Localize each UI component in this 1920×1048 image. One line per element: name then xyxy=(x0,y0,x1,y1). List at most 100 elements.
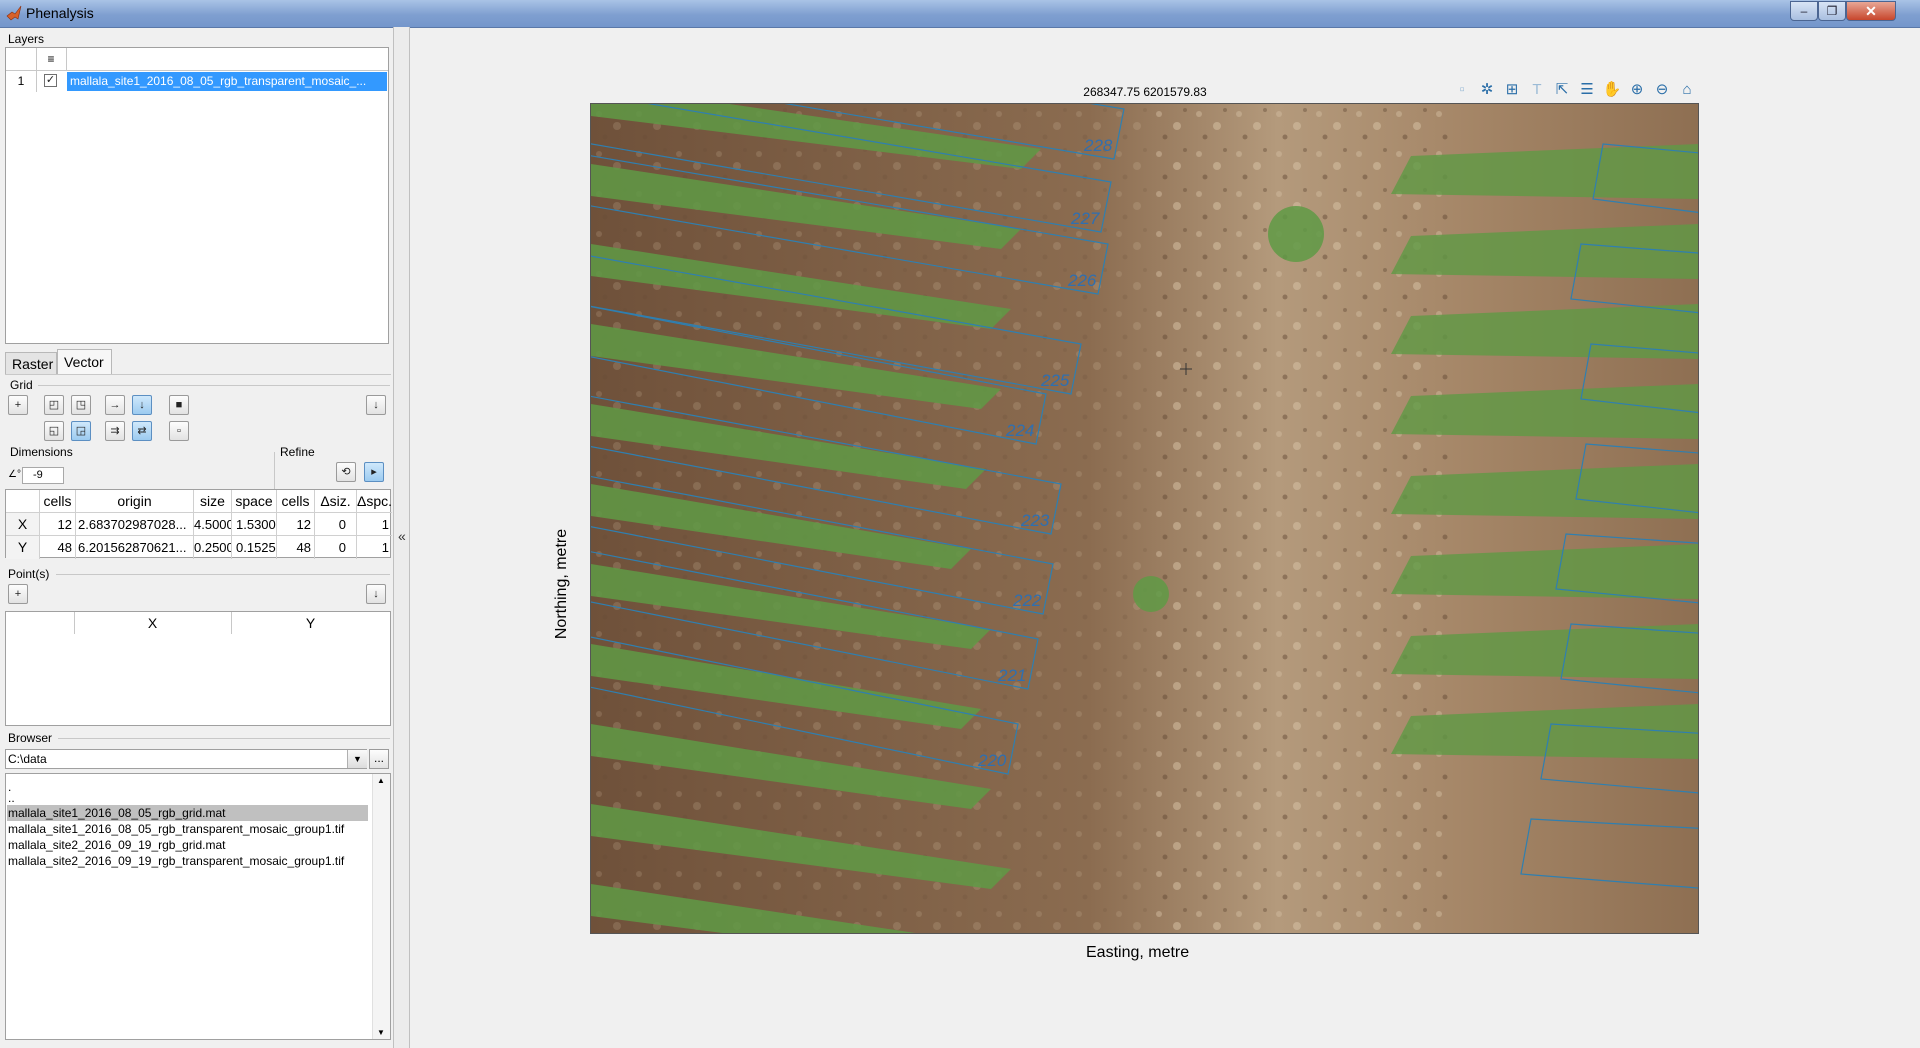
dim-cell[interactable]: 0.1525 xyxy=(232,536,277,559)
dim-cell[interactable]: 1.5300 xyxy=(232,513,277,536)
layers-title: Layers xyxy=(8,32,45,46)
grid-align-topright-icon[interactable]: ◳ xyxy=(71,395,91,415)
plot-label: 224 xyxy=(1005,421,1034,440)
fill-cells-icon[interactable]: ■ xyxy=(169,395,189,415)
tab-raster[interactable]: Raster xyxy=(5,352,57,374)
grid-align-bottomleft-icon[interactable]: ◱ xyxy=(44,421,64,441)
chevron-down-icon[interactable]: ▼ xyxy=(347,750,367,768)
list-item[interactable]: mallala_site2_2016_09_19_rgb_grid.mat xyxy=(7,837,226,853)
points-header-index xyxy=(6,612,75,634)
dim-cell[interactable]: 2.683702987028... xyxy=(76,513,194,536)
layers-header-index xyxy=(6,48,37,70)
rotation-angle-icon: ∠° xyxy=(8,469,21,480)
dim-row-label: X xyxy=(6,513,40,536)
grid-align-topleft-icon[interactable]: ◰ xyxy=(44,395,64,415)
title-bar: Phenalysis – ❐ ✕ xyxy=(0,0,1920,28)
dim-cell[interactable]: 0 xyxy=(315,536,357,559)
dim-cell[interactable]: 12 xyxy=(277,513,315,536)
dim-cell[interactable]: 48 xyxy=(40,536,76,559)
browser-file-list[interactable]: . .. mallala_site1_2016_08_05_rgb_grid.m… xyxy=(5,773,391,1040)
maximize-button[interactable]: ❐ xyxy=(1818,1,1846,21)
brush-icon[interactable]: ▫ xyxy=(1452,80,1472,100)
refine-apply-button[interactable]: ▸ xyxy=(364,462,384,482)
dim-header xyxy=(6,490,40,513)
grid-download-icon[interactable]: ↓ xyxy=(366,395,386,415)
minimize-button[interactable]: – xyxy=(1790,1,1818,21)
dimensions-table[interactable]: cells origin size space cells Δsiz. Δspc… xyxy=(5,489,392,559)
plot-label: 228 xyxy=(1083,136,1113,155)
legend-icon[interactable]: ☰ xyxy=(1577,80,1597,100)
layers-header-menu[interactable]: ≡ xyxy=(36,48,67,70)
layers-header: ≡ xyxy=(6,48,388,71)
dim-header: size xyxy=(194,490,232,513)
tab-divider xyxy=(5,374,391,375)
browser-path-select[interactable]: C:\data xyxy=(5,749,367,769)
browse-folder-button[interactable]: ... xyxy=(369,749,389,769)
refine-reset-button[interactable]: ⟲ xyxy=(336,462,356,482)
zoom-in-icon[interactable]: ⊕ xyxy=(1627,80,1647,100)
matlab-icon xyxy=(6,5,22,21)
home-icon[interactable]: ⌂ xyxy=(1677,80,1697,100)
points-download-icon[interactable]: ↓ xyxy=(366,584,386,604)
layer-index: 1 xyxy=(6,71,37,92)
serpentine-rows-icon[interactable]: ⇉ xyxy=(105,421,125,441)
x-axis-label: Easting, metre xyxy=(1086,944,1190,961)
dim-cell[interactable]: 4.5000 xyxy=(194,513,232,536)
browser-scrollbar[interactable]: ▲ ▼ xyxy=(372,774,390,1039)
dim-cell[interactable]: 12 xyxy=(40,513,76,536)
scroll-up-icon[interactable]: ▲ xyxy=(377,776,385,785)
dim-cell[interactable]: 48 xyxy=(277,536,315,559)
weed-plant xyxy=(1133,576,1169,612)
grid-rule xyxy=(38,385,390,386)
plot-label: 222 xyxy=(1012,591,1042,610)
list-item[interactable]: mallala_site2_2016_09_19_rgb_transparent… xyxy=(7,853,344,869)
layer-row[interactable]: 1 ✓ mallala_site1_2016_08_05_rgb_transpa… xyxy=(6,71,388,92)
list-item[interactable]: mallala_site1_2016_08_05_rgb_transparent… xyxy=(7,821,344,837)
grid-point-icon[interactable]: ▫ xyxy=(169,421,189,441)
dim-cell[interactable]: 1 xyxy=(357,513,392,536)
rotation-input[interactable]: -9 xyxy=(22,467,64,484)
dim-header: space xyxy=(232,490,277,513)
data-cursor-icon[interactable]: ✲ xyxy=(1477,80,1497,100)
plot-label: 225 xyxy=(1040,371,1070,390)
layers-table[interactable]: ≡ 1 ✓ mallala_site1_2016_08_05_rgb_trans… xyxy=(5,47,389,344)
export-icon[interactable]: ⇱ xyxy=(1552,80,1572,100)
refine-title: Refine xyxy=(280,445,315,459)
dim-header: Δsiz. xyxy=(315,490,357,513)
browser-item-parent-dir[interactable]: .. xyxy=(7,790,15,806)
browser-rule xyxy=(58,738,390,739)
points-rule xyxy=(56,574,390,575)
dim-header: origin xyxy=(76,490,194,513)
scroll-down-icon[interactable]: ▼ xyxy=(377,1028,385,1037)
serpentine-alt-icon[interactable]: ⇄ xyxy=(132,421,152,441)
points-header-y: Y xyxy=(305,615,316,631)
text-icon[interactable]: T xyxy=(1527,80,1547,100)
aerial-image: 228 227 226 225 224 223 222 221 220 xyxy=(591,104,1698,933)
map-axes[interactable]: 228 227 226 225 224 223 222 221 220 xyxy=(590,103,1699,934)
dim-cell[interactable]: 0 xyxy=(315,513,357,536)
plot-label: 227 xyxy=(1070,209,1100,228)
dim-cell[interactable]: 0.2500 xyxy=(194,536,232,559)
browser-item-selected[interactable]: mallala_site1_2016_08_05_rgb_grid.mat xyxy=(7,805,368,821)
dim-header: Δspc. xyxy=(357,490,392,513)
collapse-panel-icon[interactable]: « xyxy=(398,528,406,544)
add-point-button[interactable]: + xyxy=(8,584,28,604)
dim-row-label: Y xyxy=(6,536,40,559)
grid-icon[interactable]: ⊞ xyxy=(1502,80,1522,100)
tab-vector[interactable]: Vector xyxy=(57,349,112,374)
grid-align-bottomright-icon[interactable]: ◲ xyxy=(71,421,91,441)
dim-cell[interactable]: 6.201562870621... xyxy=(76,536,194,559)
pan-icon[interactable]: ✋ xyxy=(1602,80,1622,100)
layer-name[interactable]: mallala_site1_2016_08_05_rgb_transparent… xyxy=(67,72,387,91)
points-table[interactable] xyxy=(5,634,391,726)
layer-visibility-checkbox[interactable]: ✓ xyxy=(44,74,57,87)
direction-down-icon[interactable]: ↓ xyxy=(132,395,152,415)
direction-right-icon[interactable]: → xyxy=(105,395,125,415)
zoom-out-icon[interactable]: ⊖ xyxy=(1652,80,1672,100)
dim-header: cells xyxy=(40,490,76,513)
close-button[interactable]: ✕ xyxy=(1846,1,1896,21)
plot-label: 226 xyxy=(1067,271,1097,290)
dim-cell[interactable]: 1 xyxy=(357,536,392,559)
grid-title: Grid xyxy=(10,378,33,392)
add-grid-button[interactable]: + xyxy=(8,395,28,415)
